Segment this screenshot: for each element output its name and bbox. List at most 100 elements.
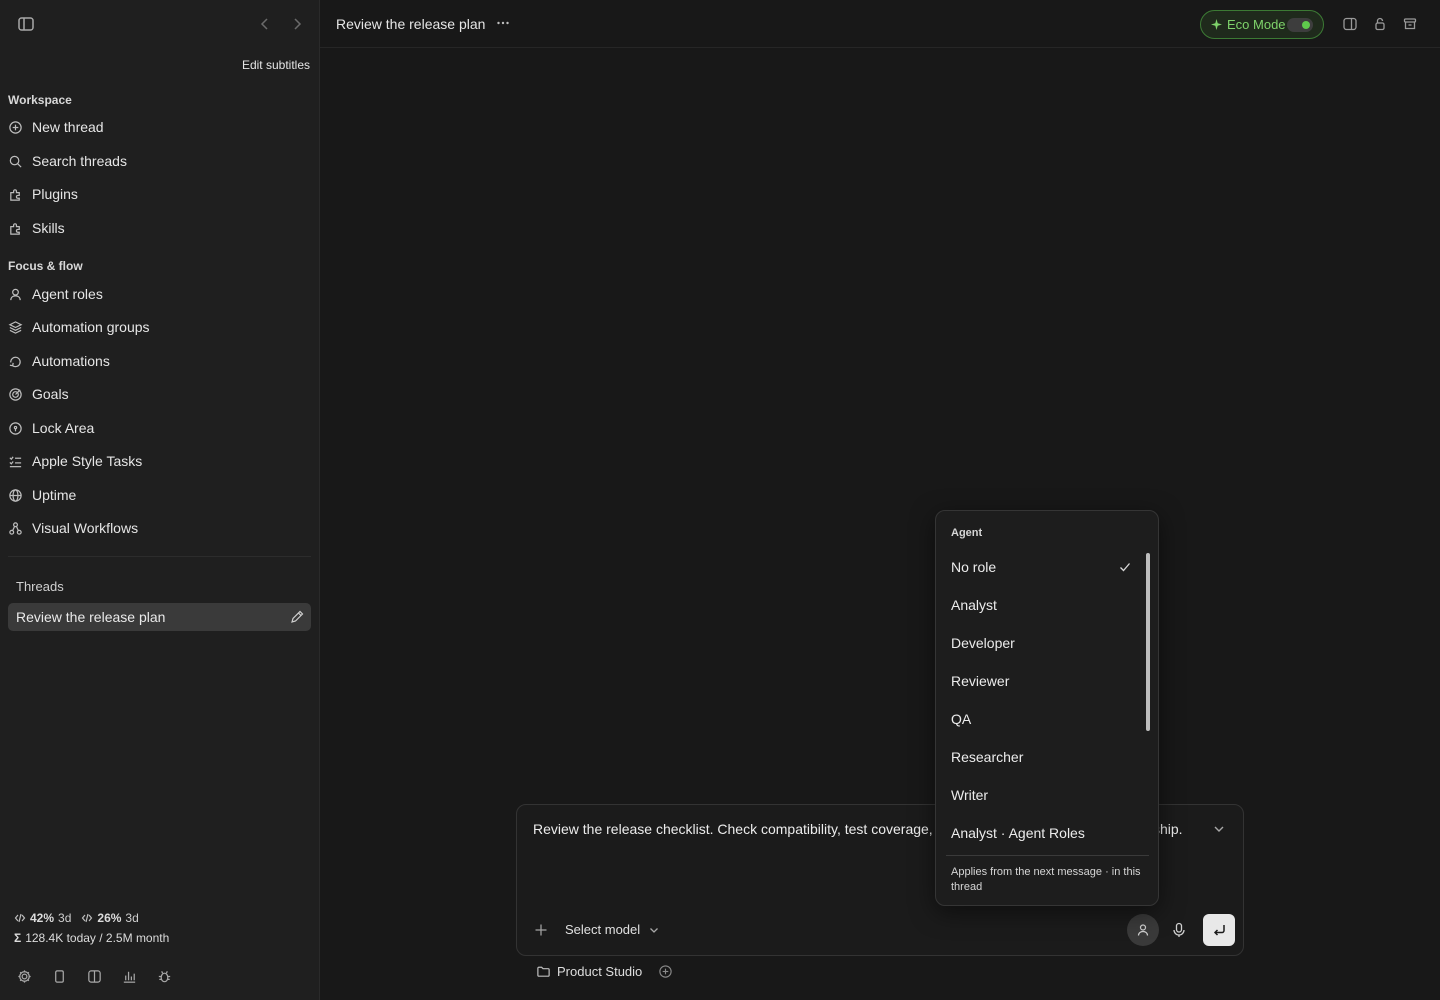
chevron-left-icon[interactable] <box>256 15 274 33</box>
plus-circle-icon <box>8 120 23 135</box>
sidebar-item-label: Automation groups <box>32 319 150 335</box>
send-button[interactable] <box>1203 914 1235 946</box>
split-view-icon[interactable] <box>86 968 103 985</box>
menu-item-analyst[interactable]: Analyst <box>951 593 1131 617</box>
bar-chart-icon[interactable] <box>121 968 138 985</box>
menu-item-developer[interactable]: Developer <box>951 631 1131 655</box>
loop-icon <box>8 354 23 369</box>
sidebar-item-apple-style-tasks[interactable]: Apple Style Tasks <box>8 446 311 476</box>
sparkle-icon <box>1211 19 1222 30</box>
sidebar-item-search-threads[interactable]: Search threads <box>8 146 311 176</box>
check-icon <box>1118 560 1132 574</box>
gear-icon[interactable] <box>16 968 33 985</box>
sidebar-item-label: Automations <box>32 353 110 369</box>
sidebar-item-automations[interactable]: Automations <box>8 346 311 376</box>
workspace-section-title: Workspace <box>8 93 72 107</box>
plus-icon[interactable] <box>533 922 549 938</box>
sidebar-item-label: Visual Workflows <box>32 520 139 536</box>
folder-icon <box>536 964 551 979</box>
menu-item-label: Reviewer <box>951 673 1010 689</box>
layers-icon <box>8 320 23 335</box>
menu-item-label: QA <box>951 711 972 727</box>
model-select-label: Select model <box>565 922 641 937</box>
sidebar-item-agent-roles[interactable]: Agent roles <box>8 279 311 309</box>
thread-item-active[interactable]: Review the release plan <box>8 603 311 631</box>
bug-icon[interactable] <box>156 968 173 985</box>
checklist-icon <box>8 454 23 469</box>
sidebar-item-label: Uptime <box>32 487 77 503</box>
sidebar-item-visual-workflows[interactable]: Visual Workflows <box>8 513 311 543</box>
sidebar-divider <box>8 556 311 557</box>
prompt-text-start: Review the release checklist. Check comp… <box>533 821 933 837</box>
sidebar-item-lock-area[interactable]: Lock Area <box>8 413 311 443</box>
pencil-icon[interactable] <box>289 609 305 625</box>
menu-item-analyst-agent-roles[interactable]: Analyst · Agent Roles <box>951 821 1131 845</box>
sidebar-item-uptime[interactable]: Uptime <box>8 480 311 510</box>
puzzle-icon <box>8 221 23 236</box>
archive-icon[interactable] <box>1402 16 1418 32</box>
menu-footnote: Applies from the next message · in this … <box>951 866 1141 893</box>
menu-item-label: Researcher <box>951 749 1024 765</box>
chevron-down-icon <box>648 924 660 936</box>
sidebar-item-skills[interactable]: Skills <box>8 213 311 243</box>
sidebar-footer-toolbar <box>16 968 173 985</box>
menu-item-qa[interactable]: QA <box>951 707 1131 731</box>
workflow-icon <box>8 521 23 536</box>
sidebar: Edit subtitles Workspace New thread Sear… <box>0 0 320 1000</box>
menu-item-label: Analyst · Agent Roles <box>951 825 1085 841</box>
usage-stat-2-period: 3d <box>125 911 139 925</box>
sidebar-item-label: Goals <box>32 386 69 402</box>
code-icon <box>14 912 26 924</box>
target-icon <box>8 387 23 402</box>
phone-icon[interactable] <box>51 968 68 985</box>
lock-circle-icon <box>8 421 23 436</box>
sidebar-item-label: Apple Style Tasks <box>32 453 143 469</box>
sigma-symbol: Σ <box>14 931 22 945</box>
sidebar-item-label: New thread <box>32 119 104 135</box>
sidebar-item-label: Search threads <box>32 153 127 169</box>
user-icon <box>1137 924 1149 936</box>
return-icon <box>1213 925 1225 936</box>
threads-section-title: Threads <box>16 579 64 594</box>
menu-item-label: No role <box>951 559 997 575</box>
top-header: Review the release plan Eco Mode <box>320 0 1440 48</box>
menu-item-reviewer[interactable]: Reviewer <box>951 669 1131 693</box>
sidebar-item-plugins[interactable]: Plugins <box>8 179 311 209</box>
more-options-icon[interactable] <box>494 14 512 32</box>
sidebar-item-new-thread[interactable]: New thread <box>8 112 311 142</box>
microphone-icon[interactable] <box>1170 921 1188 939</box>
menu-divider <box>946 855 1149 856</box>
sidebar-item-label: Skills <box>32 220 65 236</box>
menu-item-label: Analyst <box>951 597 997 613</box>
agent-role-menu: Agent No role Analyst Developer Reviewer… <box>935 510 1159 906</box>
panel-toggle-icon[interactable] <box>1342 16 1358 32</box>
agent-role-button[interactable] <box>1127 914 1159 946</box>
menu-item-writer[interactable]: Writer <box>951 783 1131 807</box>
usage-percent-row: 42% 3d 26% 3d <box>14 911 139 925</box>
menu-scrollbar[interactable] <box>1146 553 1150 731</box>
project-selector[interactable]: Product Studio <box>536 964 673 979</box>
lock-icon[interactable] <box>1372 16 1388 32</box>
eco-mode-switch[interactable] <box>1287 18 1313 32</box>
sidebar-toggle-icon[interactable] <box>16 14 36 34</box>
thread-item-label: Review the release plan <box>16 609 166 625</box>
project-name: Product Studio <box>557 964 643 979</box>
menu-item-researcher[interactable]: Researcher <box>951 745 1131 769</box>
usage-stat-1-period: 3d <box>58 911 72 925</box>
thread-title: Review the release plan <box>336 16 486 32</box>
model-select[interactable]: Select model <box>565 922 660 937</box>
menu-item-label: Developer <box>951 635 1015 651</box>
token-usage-text: 128.4K today / 2.5M month <box>25 931 170 945</box>
chevron-down-icon[interactable] <box>1211 821 1227 837</box>
add-circle-icon[interactable] <box>658 964 673 979</box>
edit-subtitles-button[interactable]: Edit subtitles <box>242 58 310 72</box>
eco-mode-toggle[interactable]: Eco Mode <box>1200 10 1324 39</box>
chevron-right-icon[interactable] <box>288 15 306 33</box>
menu-item-no-role[interactable]: No role <box>951 555 1131 579</box>
usage-stat-1-percent: 42% <box>30 911 55 925</box>
sidebar-item-automation-groups[interactable]: Automation groups <box>8 312 311 342</box>
sidebar-item-label: Plugins <box>32 186 78 202</box>
token-usage-row: Σ 128.4K today / 2.5M month <box>14 931 169 945</box>
agent-menu-heading: Agent <box>951 527 983 539</box>
sidebar-item-goals[interactable]: Goals <box>8 379 311 409</box>
